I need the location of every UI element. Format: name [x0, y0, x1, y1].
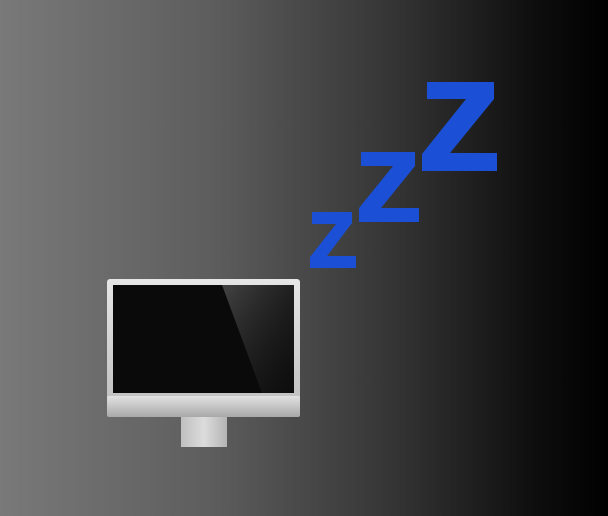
- monitor-stand: [181, 416, 227, 447]
- monitor-chin: [107, 396, 300, 417]
- sleep-scene: [0, 0, 608, 516]
- computer-monitor-icon: [107, 279, 300, 447]
